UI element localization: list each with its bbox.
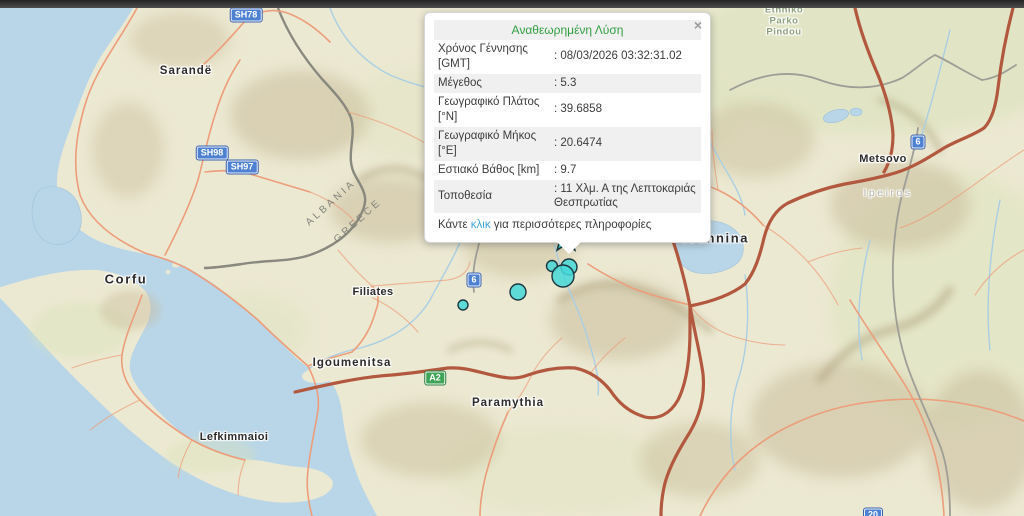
row-value: : 08/03/2026 03:32:31.02 <box>554 49 697 64</box>
seismic-map-app: SarandëCorfuLefkimmaioiFiliatesIgoumenit… <box>0 0 1024 516</box>
row-value: : 5.3 <box>554 76 697 91</box>
row-value: : 11 Χλμ. Α της Λεπτοκαριάς Θεσπρωτίας <box>554 182 697 212</box>
row-label: Γεωγραφικό Μήκος [°E] <box>438 129 554 159</box>
row-label: Μέγεθος <box>438 76 554 91</box>
popup-row-magnitude: Μέγεθος : 5.3 <box>434 74 701 93</box>
earthquake-event-marker[interactable] <box>552 265 574 287</box>
row-label: Τοποθεσία <box>438 189 554 204</box>
popup-row-longitude: Γεωγραφικό Μήκος [°E] : 20.6474 <box>434 127 701 161</box>
popup-row-origin-time: Χρόνος Γέννησης [GMT] : 08/03/2026 03:32… <box>434 40 701 74</box>
row-label: Χρόνος Γέννησης [GMT] <box>438 42 554 72</box>
footer-text: για περισσότερες πληροφορίες <box>491 219 652 231</box>
popup-title: Αναθεωρημένη Λύση <box>434 20 701 40</box>
popup-row-latitude: Γεωγραφικό Πλάτος [°N] : 39.6858 <box>434 93 701 127</box>
row-value: : 20.6474 <box>554 136 697 151</box>
popup-row-depth: Εστιακό Βάθος [km] : 9.7 <box>434 161 701 180</box>
earthquake-event-marker[interactable] <box>510 284 526 300</box>
earthquake-popup: × Αναθεωρημένη Λύση Χρόνος Γέννησης [GMT… <box>424 12 711 243</box>
row-value: : 39.6858 <box>554 102 697 117</box>
row-label: Γεωγραφικό Πλάτος [°N] <box>438 95 554 125</box>
more-info-link[interactable]: κλικ <box>471 219 491 231</box>
row-value: : 9.7 <box>554 163 697 178</box>
earthquake-event-marker[interactable] <box>458 300 468 310</box>
popup-footer: Κάντε κλικ για περισσότερες πληροφορίες <box>434 213 701 234</box>
top-toolbar <box>0 0 1024 8</box>
popup-row-location: Τοποθεσία : 11 Χλμ. Α της Λεπτοκαριάς Θε… <box>434 180 701 214</box>
row-label: Εστιακό Βάθος [km] <box>438 163 554 178</box>
close-icon[interactable]: × <box>694 18 702 32</box>
footer-text: Κάντε <box>438 219 471 231</box>
